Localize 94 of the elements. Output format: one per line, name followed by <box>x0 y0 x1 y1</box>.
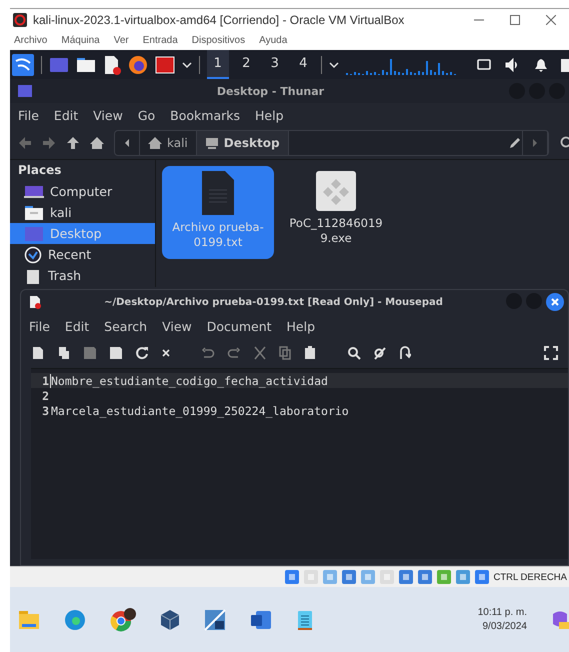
mousepad-icon <box>29 295 41 309</box>
desktop-entry[interactable]: PoC_1128460199.exe <box>280 166 392 259</box>
maximize-icon[interactable] <box>510 15 520 25</box>
menu-item[interactable]: File <box>29 318 50 334</box>
bell-icon[interactable] <box>535 58 547 72</box>
desktop-icon[interactable] <box>204 136 219 150</box>
close-button[interactable] <box>546 293 564 311</box>
goto-line-icon[interactable] <box>399 346 411 360</box>
folder-icon[interactable] <box>76 56 96 72</box>
breadcrumb-button[interactable]: kali <box>140 131 197 155</box>
menu-item[interactable]: Ver <box>114 35 129 46</box>
redo-icon[interactable] <box>227 347 241 359</box>
menu-item[interactable]: Dispositivos <box>192 35 246 46</box>
close-icon[interactable] <box>546 15 556 25</box>
sidebar-heading: Places <box>17 163 62 177</box>
workspace-button[interactable]: 1 <box>207 50 228 79</box>
menu-item[interactable]: View <box>93 108 123 122</box>
terminal-icon[interactable] <box>155 56 175 74</box>
menu-item[interactable]: Document <box>206 318 272 334</box>
kali-menu-icon[interactable] <box>12 54 34 76</box>
window-title: ~/Desktop/Archivo prueba-0199.txt [Read Only] - Mousepad <box>103 296 444 308</box>
computer-icon <box>24 184 44 198</box>
clock-time[interactable]: 10:11 p. m. <box>478 607 527 618</box>
workspace-button[interactable]: 3 <box>264 50 286 79</box>
notepad-icon[interactable] <box>296 608 314 630</box>
browser-icon[interactable] <box>128 54 148 74</box>
menu-item[interactable]: Entrada <box>142 35 178 46</box>
menu-item[interactable]: Help <box>255 108 284 122</box>
menu-item[interactable]: Help <box>286 318 316 334</box>
save-as-icon[interactable] <box>109 346 123 360</box>
document-icon[interactable] <box>103 54 121 74</box>
caret-icon[interactable] <box>329 60 339 68</box>
undo-icon[interactable] <box>201 347 215 359</box>
sidebar-item[interactable]: kali <box>10 202 155 223</box>
menu-item[interactable]: Search <box>104 318 148 334</box>
right-caret-icon[interactable] <box>531 138 539 148</box>
close-icon <box>551 298 559 306</box>
search-icon[interactable] <box>347 346 361 360</box>
battery-icon[interactable] <box>561 58 569 72</box>
menu-item[interactable]: Go <box>138 108 156 122</box>
menu-item[interactable]: Edit <box>64 318 90 334</box>
forward-icon[interactable] <box>42 136 56 150</box>
menu-item[interactable]: View <box>162 318 192 334</box>
desktop-icon <box>24 226 44 242</box>
chrome-icon[interactable] <box>110 608 136 632</box>
edit-icon[interactable] <box>508 136 522 150</box>
executable-icon <box>315 170 357 212</box>
paste-icon[interactable] <box>303 346 317 360</box>
edge-icon[interactable] <box>64 608 86 630</box>
text-line: Nombre_estudiante_codigo_fecha_actividad <box>50 374 328 388</box>
app-tile-icon[interactable] <box>204 608 226 630</box>
window-title: Desktop - Thunar <box>216 84 326 98</box>
menu-item[interactable]: Archivo <box>14 35 48 46</box>
file-explorer-icon[interactable] <box>18 610 40 630</box>
workspace-button[interactable]: 4 <box>292 50 314 79</box>
app-icon <box>13 13 27 27</box>
clock-icon <box>24 246 42 264</box>
window-title: kali-linux-2023.1-virtualbox-amd64 [Corriendo] - Oracle VM VirtualBox <box>33 13 406 27</box>
breadcrumb-button[interactable]: Desktop <box>196 131 289 155</box>
reload-icon[interactable] <box>135 346 149 360</box>
left-caret-icon[interactable] <box>123 138 131 148</box>
clock-date[interactable]: 9/03/2024 <box>482 621 527 632</box>
cut-icon[interactable] <box>253 346 267 360</box>
up-icon[interactable] <box>66 136 80 150</box>
menu-item[interactable]: Edit <box>54 108 78 122</box>
menu-item[interactable]: Bookmarks <box>170 108 240 122</box>
menu-item[interactable]: Ayuda <box>259 35 288 46</box>
save-icon[interactable] <box>83 346 97 360</box>
workspace-button[interactable]: 2 <box>236 50 257 79</box>
home-icon[interactable] <box>148 136 162 150</box>
menu-item[interactable]: Máquina <box>61 35 100 46</box>
line-number: 1 <box>41 374 50 388</box>
home-icon[interactable] <box>90 136 104 150</box>
host-key-label: CTRL DERECHA <box>493 572 567 582</box>
copy-icon[interactable] <box>279 346 291 360</box>
sidebar-item[interactable]: Computer <box>10 181 155 202</box>
search-icon[interactable] <box>559 136 569 150</box>
sidebar-item[interactable]: Recent <box>10 244 155 265</box>
document-icon <box>200 170 236 216</box>
menu-item[interactable]: File <box>18 108 39 122</box>
sidebar-item[interactable]: Trash <box>10 265 155 286</box>
folder-icon <box>24 204 44 220</box>
text-line: Marcela_estudiante_01999_250224_laboratorio <box>50 404 349 418</box>
find-replace-icon[interactable] <box>373 346 387 360</box>
new-window-icon[interactable] <box>57 346 71 360</box>
terminal-window-icon[interactable] <box>49 56 69 72</box>
virtualbox-icon[interactable] <box>160 608 180 630</box>
caret-icon[interactable] <box>182 60 192 68</box>
line-number: 3 <box>41 404 50 418</box>
fullscreen-icon[interactable] <box>544 346 558 360</box>
new-document-icon[interactable] <box>31 346 45 360</box>
word-icon[interactable] <box>250 610 272 630</box>
line-number: 2 <box>41 388 50 402</box>
back-icon[interactable] <box>18 136 32 150</box>
